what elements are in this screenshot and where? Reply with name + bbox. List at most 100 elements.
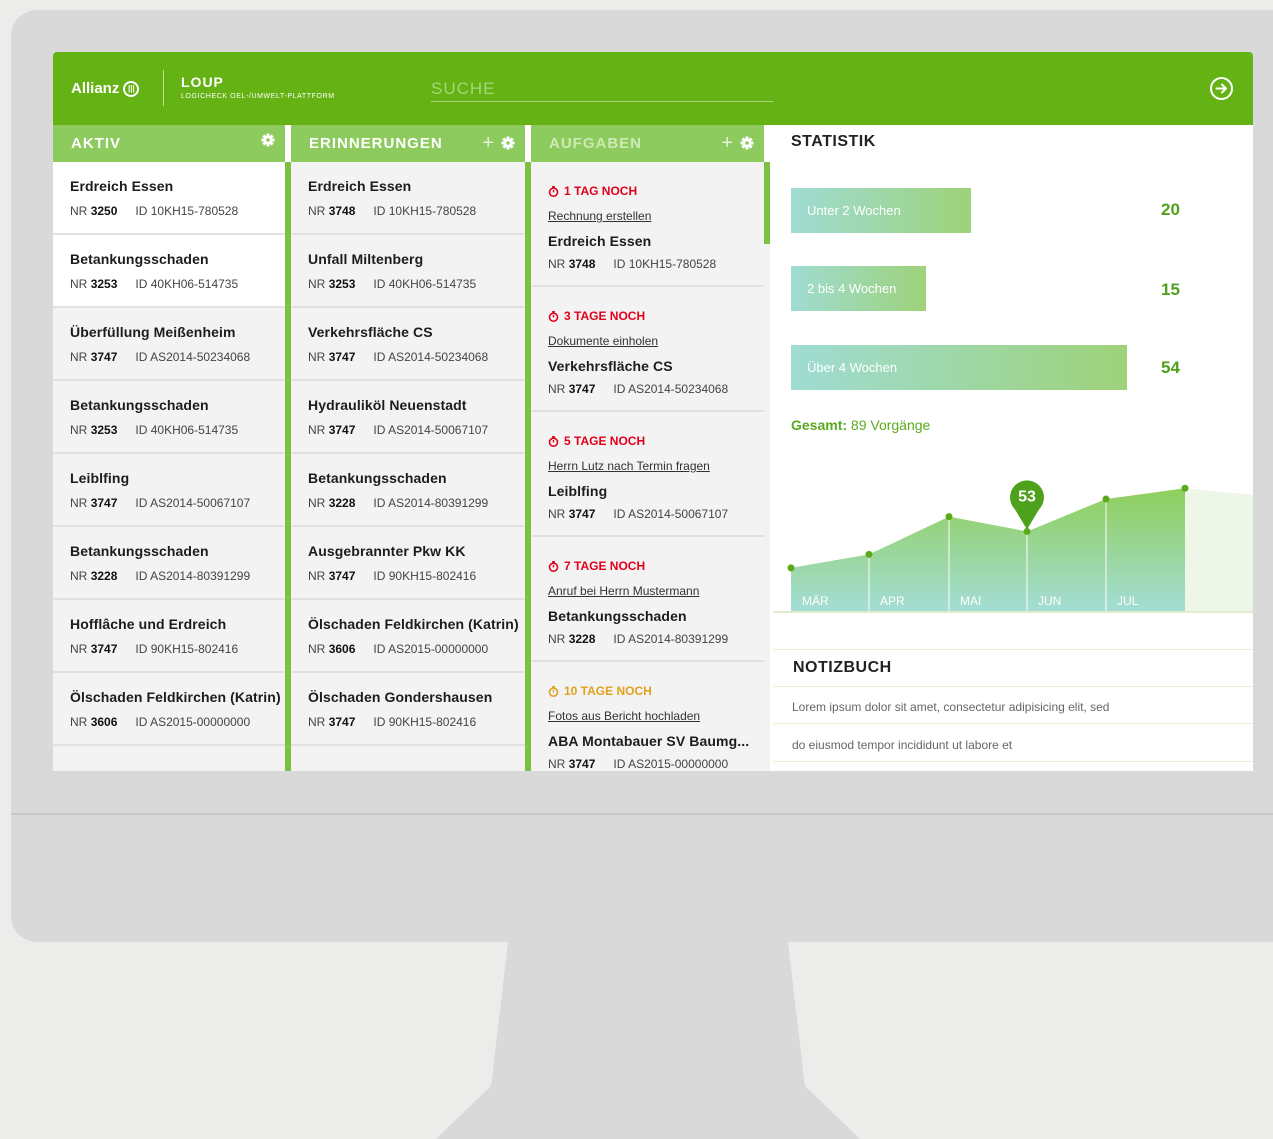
stat-bar-ueber-4-wochen[interactable]: Über 4 Wochen xyxy=(791,345,1127,390)
nr-value: 3747 xyxy=(90,496,118,510)
card-meta: NR 3747 ID AS2014-50234068 xyxy=(308,350,525,364)
card-title: Betankungsschaden xyxy=(70,397,209,413)
id-label: ID xyxy=(135,423,148,437)
task-link[interactable]: Rechnung erstellen xyxy=(548,209,764,223)
stat-bar-unter-2-wochen[interactable]: Unter 2 Wochen xyxy=(791,188,971,233)
aktiv-card[interactable]: Betankungsschaden NR 3253 ID 40KH06-514735 xyxy=(53,235,285,308)
id-value: 40KH06-514735 xyxy=(150,423,239,437)
id-group: ID AS2014-80391299 xyxy=(135,569,250,583)
stat-bar-label: 2 bis 4 Wochen xyxy=(807,281,897,296)
nr-label: NR xyxy=(548,382,566,396)
erinnerungen-card[interactable]: Unfall Miltenberg NR 3253 ID 40KH06-514735 xyxy=(291,235,525,308)
id-group: ID AS2014-80391299 xyxy=(613,632,728,646)
id-value: AS2014-80391299 xyxy=(628,632,729,646)
task-link[interactable]: Fotos aus Bericht hochladen xyxy=(548,709,764,723)
allianz-eagle-icon: ||| xyxy=(123,80,140,97)
card-title: Hydrauliköl Neuenstadt xyxy=(308,397,467,413)
gear-icon[interactable] xyxy=(740,136,754,150)
nr-label: NR xyxy=(308,569,326,583)
add-reminder-button[interactable]: + xyxy=(482,133,495,153)
id-label: ID xyxy=(373,642,386,656)
id-value: 10KH15-780528 xyxy=(628,257,717,271)
nr-label: NR xyxy=(70,496,88,510)
card-title: Erdreich Essen xyxy=(70,178,174,194)
gesamt-label: Gesamt: xyxy=(791,417,848,433)
gear-icon[interactable] xyxy=(261,133,275,147)
id-label: ID xyxy=(613,507,626,521)
aufgaben-scrollbar[interactable] xyxy=(764,162,770,244)
task-link[interactable]: Anruf bei Herrn Mustermann xyxy=(548,584,764,598)
aufgaben-title: AUFGABEN xyxy=(549,135,642,152)
aktiv-card[interactable]: Leiblfing NR 3747 ID AS2014-50067107 xyxy=(53,454,285,527)
due-indicator: 3 TAGE NOCH xyxy=(548,309,764,323)
erinnerungen-card[interactable]: Hydrauliköl Neuenstadt NR 3747 ID AS2014-5… xyxy=(291,381,525,454)
id-value: AS2014-80391299 xyxy=(388,496,489,510)
card-meta: NR 3250 ID 10KH15-780528 xyxy=(70,204,285,218)
stat-bar-2-bis-4-wochen[interactable]: 2 bis 4 Wochen xyxy=(791,266,926,311)
nr-value: 3747 xyxy=(328,569,356,583)
aktiv-card[interactable]: Betankungsschaden NR 3228 ID AS2014-803912… xyxy=(53,527,285,600)
erinnerungen-card[interactable]: Ölschaden Feldkirchen (Katrin) NR 3606 ID … xyxy=(291,600,525,673)
nr-label: NR xyxy=(70,569,88,583)
aktiv-card[interactable]: Betankungsschaden NR 3253 ID 40KH06-514735 xyxy=(53,381,285,454)
due-text: 1 TAG NOCH xyxy=(564,184,638,198)
nr-label: NR xyxy=(308,204,326,218)
aktiv-card[interactable]: Ölschaden Feldkirchen (Katrin) NR 3606 ID … xyxy=(53,673,285,746)
nr-label: NR xyxy=(308,642,326,656)
erinnerungen-card[interactable]: Ausgebrannter Pkw KK NR 3747 ID 90KH15-802… xyxy=(291,527,525,600)
task-card[interactable]: 7 TAGE NOCH Anruf bei Herrn Mustermann Bet… xyxy=(531,537,764,662)
id-value: AS2014-50234068 xyxy=(388,350,489,364)
aktiv-card[interactable]: Erdreich Essen NR 3250 ID 10KH15-780528 xyxy=(53,162,285,235)
task-card[interactable]: 10 TAGE NOCH Fotos aus Bericht hochladen A… xyxy=(531,662,764,771)
card-meta: NR 3747 ID 90KH15-802416 xyxy=(70,642,285,656)
erinnerungen-card[interactable]: Betankungsschaden NR 3228 ID AS2014-803912… xyxy=(291,454,525,527)
id-value: AS2015-00000000 xyxy=(150,715,251,729)
logout-arrow-icon[interactable] xyxy=(1209,76,1234,101)
id-group: ID 90KH15-802416 xyxy=(373,715,476,729)
erinnerungen-card[interactable]: Erdreich Essen NR 3748 ID 10KH15-780528 xyxy=(291,162,525,235)
id-group: ID AS2015-00000000 xyxy=(613,757,728,771)
logo-divider xyxy=(163,70,164,106)
notizbuch-title: NOTIZBUCH xyxy=(793,659,892,676)
erinnerungen-card[interactable]: Ölschaden Gondershausen NR 3747 ID 90KH15-… xyxy=(291,673,525,746)
task-card[interactable]: 3 TAGE NOCH Dokumente einholen Verkehrsflä… xyxy=(531,287,764,412)
nr-value: 3747 xyxy=(568,757,596,771)
notizbuch-line[interactable]: do eiusmod tempor incididunt ut labore e… xyxy=(792,738,1012,752)
gear-icon[interactable] xyxy=(501,136,515,150)
aktiv-card[interactable]: Hofflâche und Erdreich NR 3747 ID 90KH15-8… xyxy=(53,600,285,673)
top-bar: Allianz ||| LOUP LOGICHECK OEL-/UMWELT-P… xyxy=(53,52,1253,125)
brand-name: Allianz xyxy=(71,80,120,97)
card-meta: NR 3228 ID AS2014-80391299 xyxy=(308,496,525,510)
search-input[interactable] xyxy=(431,77,773,102)
stopwatch-icon xyxy=(548,435,559,447)
due-indicator: 5 TAGE NOCH xyxy=(548,434,764,448)
task-card[interactable]: 1 TAG NOCH Rechnung erstellen Erdreich Ess… xyxy=(531,162,764,287)
card-title: Ölschaden Feldkirchen (Katrin) xyxy=(70,689,281,705)
id-group: ID AS2015-00000000 xyxy=(135,715,250,729)
aktiv-column: AKTIV Erdreich Essen NR 3250 ID 10KH15-780… xyxy=(53,125,285,771)
id-label: ID xyxy=(613,257,626,271)
id-label: ID xyxy=(373,496,386,510)
due-indicator: 10 TAGE NOCH xyxy=(548,684,764,698)
add-task-button[interactable]: + xyxy=(721,133,734,153)
task-link[interactable]: Herrn Lutz nach Termin fragen xyxy=(548,459,764,473)
aktiv-header: AKTIV xyxy=(53,125,285,162)
nr-value: 3606 xyxy=(90,715,118,729)
erinnerungen-card[interactable]: Verkehrsfläche CS NR 3747 ID AS2014-502340… xyxy=(291,308,525,381)
stat-bar-value: 20 xyxy=(1161,200,1180,219)
id-group: ID AS2014-50234068 xyxy=(613,382,728,396)
task-card[interactable]: 5 TAGE NOCH Herrn Lutz nach Termin fragen… xyxy=(531,412,764,537)
id-value: 90KH15-802416 xyxy=(388,715,477,729)
nr-label: NR xyxy=(308,715,326,729)
nr-value: 3228 xyxy=(90,569,118,583)
id-label: ID xyxy=(613,632,626,646)
due-indicator: 7 TAGE NOCH xyxy=(548,559,764,573)
task-link[interactable]: Dokumente einholen xyxy=(548,334,764,348)
id-label: ID xyxy=(373,204,386,218)
area-fill xyxy=(791,488,1185,611)
notizbuch-line[interactable]: Lorem ipsum dolor sit amet, consectetur … xyxy=(792,700,1109,714)
month-tick-label: MÄR xyxy=(802,594,829,608)
month-tick-label: JUN xyxy=(1038,594,1061,608)
aktiv-card[interactable]: Überfüllung Meißenheim NR 3747 ID AS2014-5… xyxy=(53,308,285,381)
nr-label: NR xyxy=(548,257,566,271)
